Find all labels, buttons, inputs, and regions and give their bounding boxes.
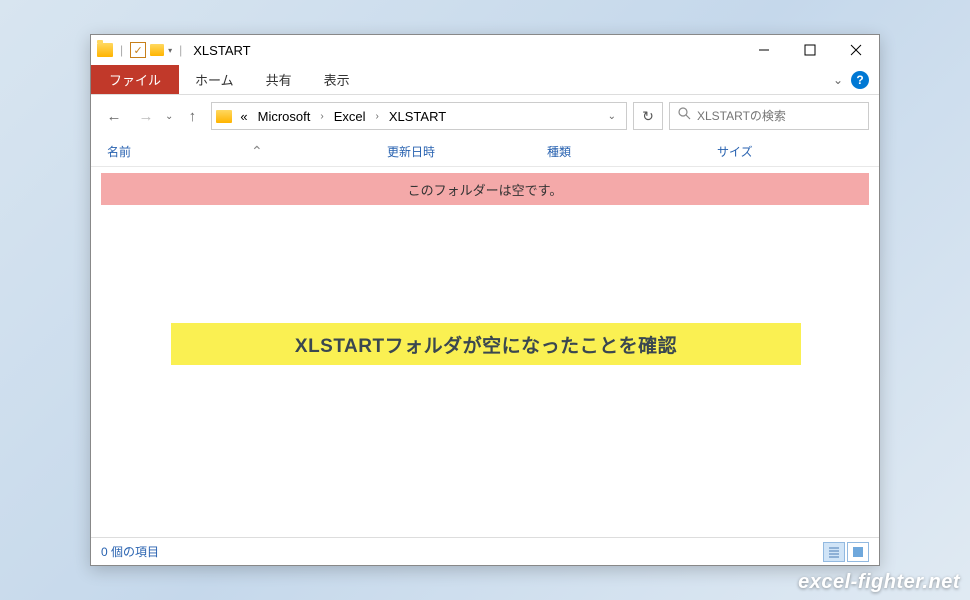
navigation-bar: ← → ⌄ ↑ « Microsoft › Excel › XLSTART ⌄ … xyxy=(91,95,879,137)
chevron-right-icon[interactable]: › xyxy=(316,111,327,122)
view-buttons xyxy=(823,542,869,562)
sort-indicator-icon: ⌃ xyxy=(251,143,263,160)
minimize-button[interactable] xyxy=(741,35,787,65)
search-input[interactable] xyxy=(697,109,860,123)
tab-share[interactable]: 共有 xyxy=(250,65,308,94)
minimize-icon xyxy=(758,44,770,56)
details-view-icon xyxy=(828,546,840,558)
ribbon-right: ⌄ ? xyxy=(833,65,879,94)
address-bar[interactable]: « Microsoft › Excel › XLSTART ⌄ xyxy=(211,102,627,130)
address-prefix[interactable]: « xyxy=(236,109,251,124)
column-header-size[interactable]: サイズ xyxy=(717,143,797,160)
tab-view[interactable]: 表示 xyxy=(308,65,366,94)
address-segment[interactable]: Microsoft xyxy=(254,109,315,124)
maximize-icon xyxy=(804,44,816,56)
titlebar-left: | ✓ ▾ | XLSTART xyxy=(91,42,251,58)
qat-properties-icon[interactable]: ✓ xyxy=(130,42,146,58)
up-button[interactable]: ↑ xyxy=(179,103,205,129)
item-count: 0 個の項目 xyxy=(101,543,159,560)
chevron-right-icon[interactable]: › xyxy=(372,111,383,122)
column-headers: 名前 ⌃ 更新日時 種類 サイズ xyxy=(91,137,879,167)
window-title: XLSTART xyxy=(189,43,250,58)
address-segment[interactable]: XLSTART xyxy=(385,109,450,124)
close-button[interactable] xyxy=(833,35,879,65)
status-bar: 0 個の項目 xyxy=(91,537,879,565)
details-view-button[interactable] xyxy=(823,542,845,562)
tab-home[interactable]: ホーム xyxy=(179,65,250,94)
explorer-window: | ✓ ▾ | XLSTART ファイル ホーム 共有 表示 ⌄ ? xyxy=(90,34,880,566)
thumbnails-view-icon xyxy=(852,546,864,558)
address-dropdown-icon[interactable]: ⌄ xyxy=(602,111,622,122)
back-button[interactable]: ← xyxy=(101,103,127,129)
folder-icon xyxy=(97,43,113,57)
window-controls xyxy=(741,35,879,65)
watermark: excel-fighter.net xyxy=(798,571,960,594)
qat-folder-icon[interactable] xyxy=(150,44,164,56)
column-header-date[interactable]: 更新日時 xyxy=(387,143,547,160)
help-icon[interactable]: ? xyxy=(851,71,869,89)
separator: | xyxy=(117,43,126,57)
history-dropdown-icon[interactable]: ⌄ xyxy=(165,111,173,122)
forward-button[interactable]: → xyxy=(133,103,159,129)
address-folder-icon xyxy=(216,110,232,123)
separator: | xyxy=(176,43,185,57)
refresh-button[interactable]: ↻ xyxy=(633,102,663,130)
search-icon xyxy=(678,107,691,125)
address-segment[interactable]: Excel xyxy=(330,109,370,124)
thumbnails-view-button[interactable] xyxy=(847,542,869,562)
maximize-button[interactable] xyxy=(787,35,833,65)
search-box[interactable] xyxy=(669,102,869,130)
qat-dropdown-icon[interactable]: ▾ xyxy=(168,46,172,55)
column-name-label: 名前 xyxy=(107,143,131,160)
column-header-name[interactable]: 名前 ⌃ xyxy=(107,143,387,160)
empty-folder-message: このフォルダーは空です。 xyxy=(101,173,869,205)
ribbon-tabs: ファイル ホーム 共有 表示 ⌄ ? xyxy=(91,65,879,95)
file-tab[interactable]: ファイル xyxy=(91,65,179,94)
collapse-ribbon-icon[interactable]: ⌄ xyxy=(833,73,843,87)
column-header-type[interactable]: 種類 xyxy=(547,143,717,160)
close-icon xyxy=(850,44,862,56)
annotation-overlay: XLSTARTフォルダが空になったことを確認 xyxy=(171,323,801,365)
title-bar: | ✓ ▾ | XLSTART xyxy=(91,35,879,65)
